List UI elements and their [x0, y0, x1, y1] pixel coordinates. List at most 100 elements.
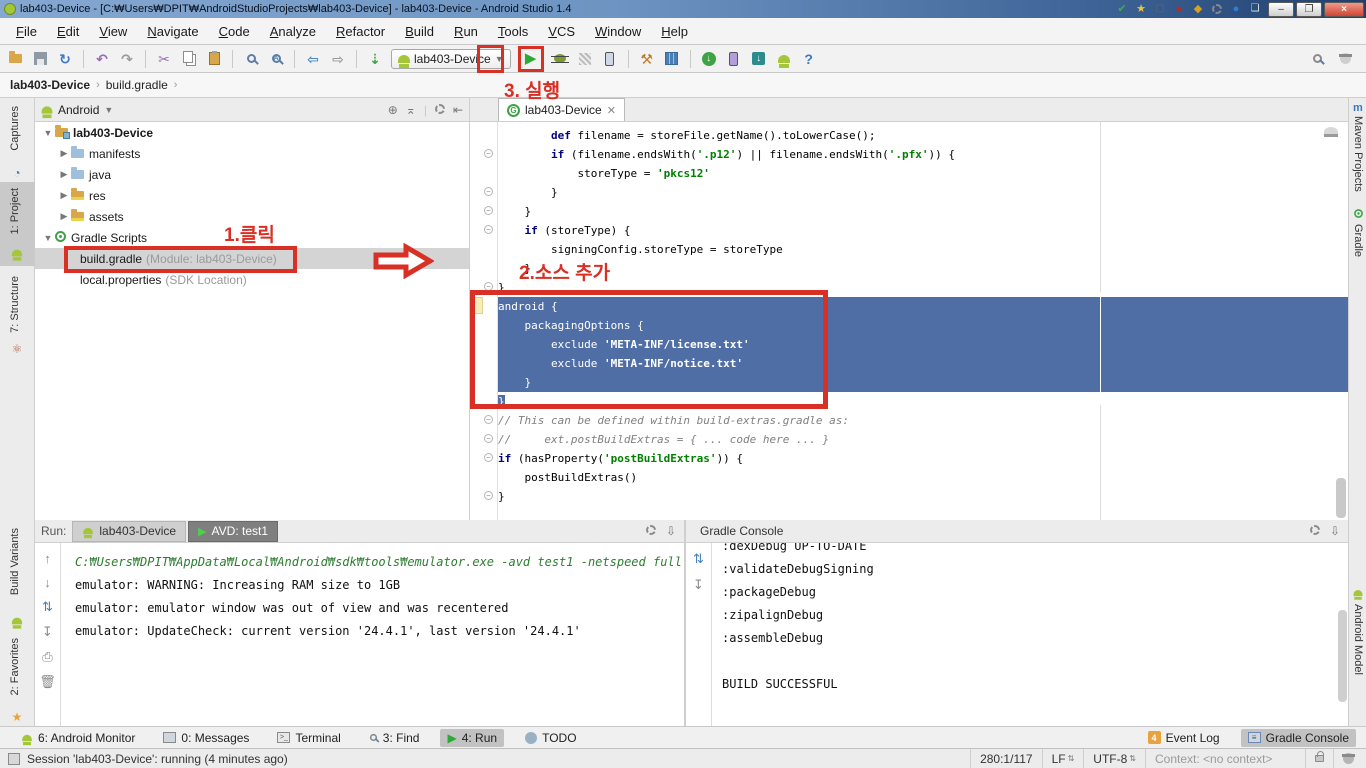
tool-stripe-structure[interactable]: 7: Structure: [9, 276, 21, 333]
gear-icon[interactable]: [1210, 2, 1224, 16]
avd-manager-icon[interactable]: [725, 50, 743, 68]
scroll-to-end-icon[interactable]: ↧: [42, 624, 53, 640]
menu-refactor[interactable]: Refactor: [328, 21, 393, 42]
lock-icon[interactable]: ◆: [1191, 2, 1205, 16]
console-splitter[interactable]: [684, 520, 686, 726]
tree-item-lab403-device[interactable]: ▼lab403-Device: [35, 122, 469, 143]
run-tab-lab403-device[interactable]: lab403-Device: [72, 521, 186, 542]
fold-icon[interactable]: −: [484, 187, 493, 196]
pin-icon[interactable]: ⇩: [666, 524, 676, 538]
device-monitor-icon[interactable]: [775, 50, 793, 68]
menu-run[interactable]: Run: [446, 21, 486, 42]
menu-window[interactable]: Window: [587, 21, 649, 42]
encoding-select[interactable]: UTF-8⇅: [1083, 749, 1145, 768]
breadcrumb-project[interactable]: lab403-Device: [10, 78, 90, 92]
minimize-button[interactable]: –: [1268, 2, 1294, 17]
settings-gear-icon[interactable]: [435, 103, 445, 117]
toolwindow-0-messages[interactable]: 0: Messages: [156, 729, 256, 747]
collapse-all-icon[interactable]: ⌅: [406, 103, 416, 117]
tree-item-res[interactable]: ▶res: [35, 185, 469, 206]
fold-icon[interactable]: −: [484, 415, 493, 424]
fold-icon[interactable]: −: [484, 491, 493, 500]
event-log-button[interactable]: 4 Event Log: [1141, 729, 1227, 747]
toolwindow-todo[interactable]: TODO: [518, 729, 583, 747]
debug-icon[interactable]: [551, 50, 569, 68]
gradle-console-button[interactable]: ≡ Gradle Console: [1241, 729, 1356, 747]
tool-stripe-project[interactable]: 1: Project: [9, 188, 21, 234]
soft-wrap-icon[interactable]: ⇅: [693, 551, 704, 567]
tool-stripe-favorites[interactable]: 2: Favorites: [9, 638, 21, 695]
project-structure-icon[interactable]: [663, 50, 681, 68]
replace-icon[interactable]: [267, 50, 285, 68]
hector-icon[interactable]: [1333, 749, 1366, 768]
soft-wrap-icon[interactable]: ⇅: [42, 599, 53, 615]
settings-gear-icon[interactable]: [1310, 524, 1320, 538]
selection-icon[interactable]: ▢: [1153, 2, 1167, 16]
attach-debugger-icon[interactable]: [601, 50, 619, 68]
tree-item-manifests[interactable]: ▶manifests: [35, 143, 469, 164]
expanded-arrow-icon[interactable]: ▼: [43, 128, 53, 138]
menu-build[interactable]: Build: [397, 21, 442, 42]
gradle-console-scrollbar[interactable]: [1338, 610, 1347, 702]
undo-icon[interactable]: ↶: [93, 50, 111, 68]
search-everywhere-icon[interactable]: [1308, 50, 1326, 68]
reformat-icon[interactable]: ⇣: [366, 50, 384, 68]
caret-position[interactable]: 280:1/117: [970, 749, 1042, 768]
chevron-down-icon[interactable]: ▼: [104, 105, 113, 115]
pin-icon[interactable]: ⇩: [1330, 524, 1340, 538]
run-button[interactable]: ▶: [522, 50, 540, 68]
close-button[interactable]: ×: [1324, 2, 1364, 17]
lock-icon[interactable]: [1305, 749, 1333, 768]
hide-panel-icon[interactable]: ⇤: [453, 103, 463, 117]
sphere-icon[interactable]: ●: [1229, 2, 1243, 16]
forward-icon[interactable]: ⇨: [329, 50, 347, 68]
context-widget[interactable]: Context: <no context>: [1145, 749, 1305, 768]
power-icon[interactable]: ●: [1172, 2, 1186, 16]
maximize-button[interactable]: ❐: [1296, 2, 1322, 17]
print-icon[interactable]: ⎙: [42, 649, 52, 665]
check-icon[interactable]: ✔: [1115, 2, 1129, 16]
collapsed-arrow-icon[interactable]: ▶: [59, 169, 69, 180]
sdk-tools-icon[interactable]: ⚒: [638, 50, 656, 68]
collapsed-arrow-icon[interactable]: ▶: [59, 211, 69, 222]
menu-view[interactable]: View: [91, 21, 135, 42]
menu-navigate[interactable]: Navigate: [139, 21, 206, 42]
toolwindow-3-find[interactable]: 3: Find: [362, 729, 427, 747]
menu-tools[interactable]: Tools: [490, 21, 536, 42]
fold-icon[interactable]: −: [484, 434, 493, 443]
gradle-sync-icon[interactable]: ↓: [700, 50, 718, 68]
fold-icon[interactable]: −: [484, 453, 493, 462]
settings-gear-icon[interactable]: [646, 524, 656, 538]
editor-scrollbar[interactable]: [1336, 478, 1346, 518]
paste-icon[interactable]: [205, 50, 223, 68]
collapsed-arrow-icon[interactable]: ▶: [59, 190, 69, 201]
line-ending-select[interactable]: LF⇅: [1042, 749, 1084, 768]
fold-icon[interactable]: −: [484, 149, 493, 158]
gradle-console-output[interactable]: :dexDebug UP-TO-DATE:validateDebugSignin…: [712, 535, 1332, 718]
inspections-widget-icon[interactable]: [1324, 127, 1338, 137]
open-icon[interactable]: [6, 50, 24, 68]
tool-stripe-maven[interactable]: Maven Projects: [1352, 116, 1364, 192]
tool-stripe-gradle[interactable]: Gradle: [1352, 224, 1364, 257]
run-tab-avd-test1[interactable]: ▶AVD: test1: [188, 521, 278, 542]
clear-all-icon[interactable]: 🗑: [39, 674, 56, 690]
find-icon[interactable]: [242, 50, 260, 68]
down-stack-icon[interactable]: ↓: [44, 575, 51, 590]
sdk-manager-icon[interactable]: ↓: [750, 50, 768, 68]
fold-icon[interactable]: −: [484, 206, 493, 215]
collapsed-arrow-icon[interactable]: ▶: [59, 148, 69, 159]
sync-icon[interactable]: ↻: [56, 50, 74, 68]
scroll-to-end-icon[interactable]: ↧: [693, 577, 704, 593]
menu-vcs[interactable]: VCS: [540, 21, 583, 42]
menu-analyze[interactable]: Analyze: [262, 21, 324, 42]
menu-edit[interactable]: Edit: [49, 21, 87, 42]
menu-help[interactable]: Help: [653, 21, 696, 42]
menu-code[interactable]: Code: [211, 21, 258, 42]
help-icon[interactable]: ?: [800, 50, 818, 68]
windows-icon[interactable]: ❏: [1248, 2, 1262, 16]
close-icon[interactable]: ✕: [607, 104, 616, 117]
toolwindow-terminal[interactable]: >_Terminal: [270, 729, 347, 747]
copy-icon[interactable]: [180, 50, 198, 68]
project-view-selector[interactable]: Android: [58, 103, 99, 117]
toolwindow-6-android-monitor[interactable]: 6: Android Monitor: [14, 729, 142, 747]
